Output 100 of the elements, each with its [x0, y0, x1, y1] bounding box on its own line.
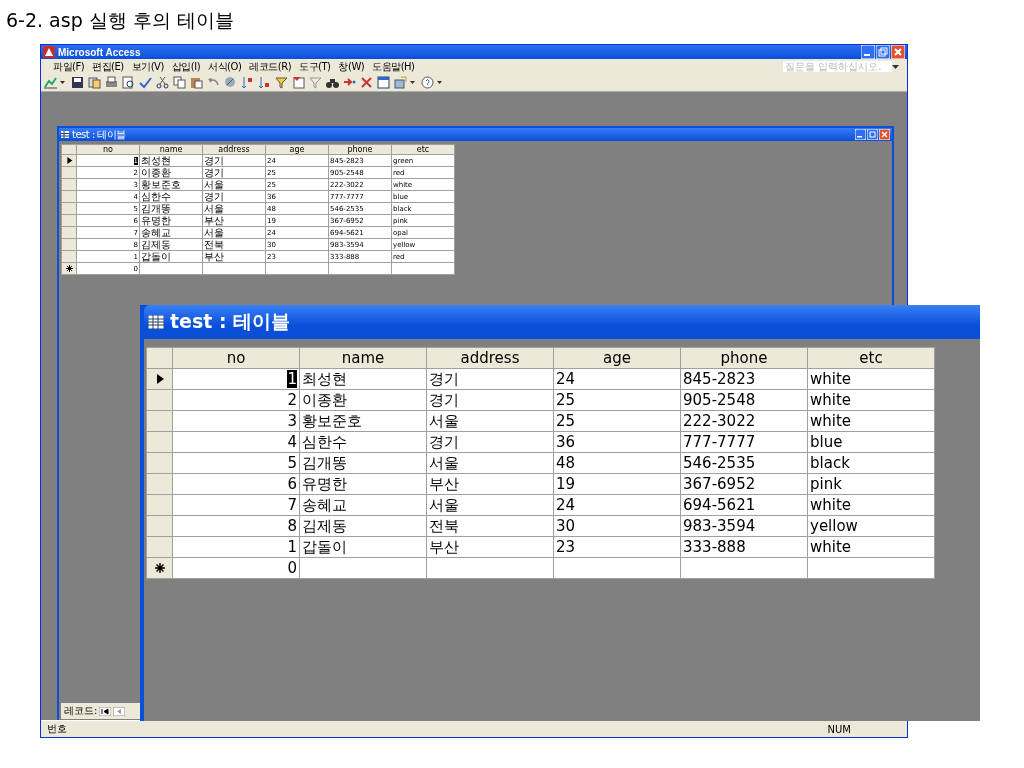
table-cell: 5: [287, 454, 297, 472]
table-cell: 경기: [429, 391, 459, 409]
window-title: test : 테이블: [72, 127, 126, 142]
filter-icon[interactable]: [274, 75, 289, 90]
table-cell: 1: [287, 370, 297, 388]
column-header[interactable]: etc: [807, 347, 935, 369]
table-cell: 48: [556, 454, 576, 472]
table-cell: 김제동: [302, 517, 347, 535]
dropdown-caret-icon[interactable]: [60, 81, 65, 84]
copy-icon[interactable]: [172, 75, 187, 90]
table-cell: 367-6952: [683, 475, 756, 493]
table-cell: 전북: [204, 239, 224, 250]
menu-item[interactable]: 보기(V): [127, 59, 168, 74]
table-cell: 1: [287, 538, 297, 556]
row-selector[interactable]: [146, 368, 173, 390]
column-header[interactable]: name: [139, 144, 203, 155]
table-cell: 부산: [429, 475, 459, 493]
table-cell: white: [810, 391, 852, 409]
table-cell: 황보준호: [141, 179, 181, 190]
table-cell: 25: [556, 412, 576, 430]
table-cell: 25: [556, 391, 576, 409]
column-header[interactable]: address: [426, 347, 554, 369]
menu-item[interactable]: 삽입(I): [167, 59, 205, 74]
table-cell: 부산: [429, 538, 459, 556]
close-icon[interactable]: [879, 129, 890, 140]
table-cell: 222-3022: [683, 412, 756, 430]
column-header[interactable]: address: [202, 144, 266, 155]
table-cell: 전북: [429, 517, 459, 535]
help-icon[interactable]: [420, 75, 435, 90]
cut-icon[interactable]: [155, 75, 170, 90]
menu-item[interactable]: 도움말(H): [368, 59, 419, 74]
window-title: test : 테이블: [170, 309, 291, 334]
table-icon[interactable]: [61, 131, 69, 138]
sort-descending-icon[interactable]: [257, 75, 272, 90]
menu-item[interactable]: 레코드(R): [245, 59, 296, 74]
sort-ascending-icon[interactable]: [240, 75, 255, 90]
table-cell: 서울: [204, 203, 224, 214]
column-header[interactable]: phone: [328, 144, 392, 155]
window-title: Microsoft Access: [58, 46, 141, 58]
new-row-icon[interactable]: [65, 265, 73, 272]
column-header[interactable]: no: [172, 347, 300, 369]
table-cell: white: [810, 370, 852, 388]
table-cell: 최성현: [302, 370, 347, 388]
save-icon[interactable]: [70, 75, 85, 90]
preview-icon[interactable]: [121, 75, 136, 90]
paste-icon[interactable]: [189, 75, 204, 90]
dropdown-caret-icon[interactable]: [437, 81, 442, 84]
table-cell: 36: [556, 433, 576, 451]
menu-item[interactable]: 도구(T): [295, 59, 335, 74]
current-row-icon[interactable]: [65, 157, 73, 164]
minimize-icon[interactable]: [855, 129, 866, 140]
first-record-icon[interactable]: [99, 706, 112, 716]
restore-icon[interactable]: [867, 129, 878, 140]
menu-item[interactable]: 파일(F): [49, 59, 89, 74]
new-row-icon[interactable]: [154, 563, 165, 573]
table-cell: 부산: [204, 251, 224, 262]
table-cell: 유명한: [141, 215, 171, 226]
menu-item[interactable]: 편집(E): [88, 59, 128, 74]
table-cell: 23: [556, 538, 576, 556]
column-header[interactable]: age: [265, 144, 329, 155]
table-cell: 24: [556, 370, 576, 388]
grid-corner: [61, 144, 77, 155]
column-header[interactable]: phone: [680, 347, 808, 369]
status-indicator: NUM: [827, 723, 851, 735]
column-header[interactable]: age: [553, 347, 681, 369]
column-header[interactable]: etc: [391, 144, 455, 155]
column-header[interactable]: no: [76, 144, 140, 155]
minimize-icon[interactable]: [861, 45, 875, 59]
table-cell: 경기: [429, 433, 459, 451]
row-selector[interactable]: [146, 557, 173, 579]
record-label: 레코드:: [64, 704, 98, 718]
table-cell: 30: [556, 517, 576, 535]
table-cell: 546-2535: [683, 454, 756, 472]
table-cell: 24: [556, 496, 576, 514]
table-cell: 4: [287, 433, 297, 451]
spellcheck-icon[interactable]: [138, 75, 153, 90]
table-cell: 경기: [204, 155, 224, 166]
menu-item[interactable]: 서식(O): [204, 59, 246, 74]
table-cell: 서울: [429, 412, 459, 430]
dropdown-caret-icon[interactable]: [892, 64, 899, 69]
table-cell: 서울: [204, 227, 224, 238]
filter-form-icon[interactable]: [291, 75, 306, 90]
restore-icon[interactable]: [876, 45, 890, 59]
delete-record-icon[interactable]: [359, 75, 374, 90]
table-cell: 경기: [204, 191, 224, 202]
column-header[interactable]: name: [299, 347, 427, 369]
close-icon[interactable]: [891, 45, 905, 59]
app-logo-icon[interactable]: [43, 46, 55, 58]
table-cell: 3: [287, 412, 297, 430]
dropdown-caret-icon[interactable]: [410, 81, 415, 84]
current-row-icon[interactable]: [155, 374, 164, 384]
table-cell: 845-2823: [683, 370, 756, 388]
table-cell: 777-7777: [683, 433, 756, 451]
print-icon[interactable]: [104, 75, 119, 90]
table-icon[interactable]: [148, 315, 164, 329]
menu-item[interactable]: 창(W): [334, 59, 369, 74]
help-field[interactable]: 질문을 입력하십시오.: [783, 61, 892, 72]
window-icon[interactable]: [376, 75, 391, 90]
table-cell: 심한수: [141, 191, 171, 202]
table-cell: 김개똥: [302, 454, 347, 472]
